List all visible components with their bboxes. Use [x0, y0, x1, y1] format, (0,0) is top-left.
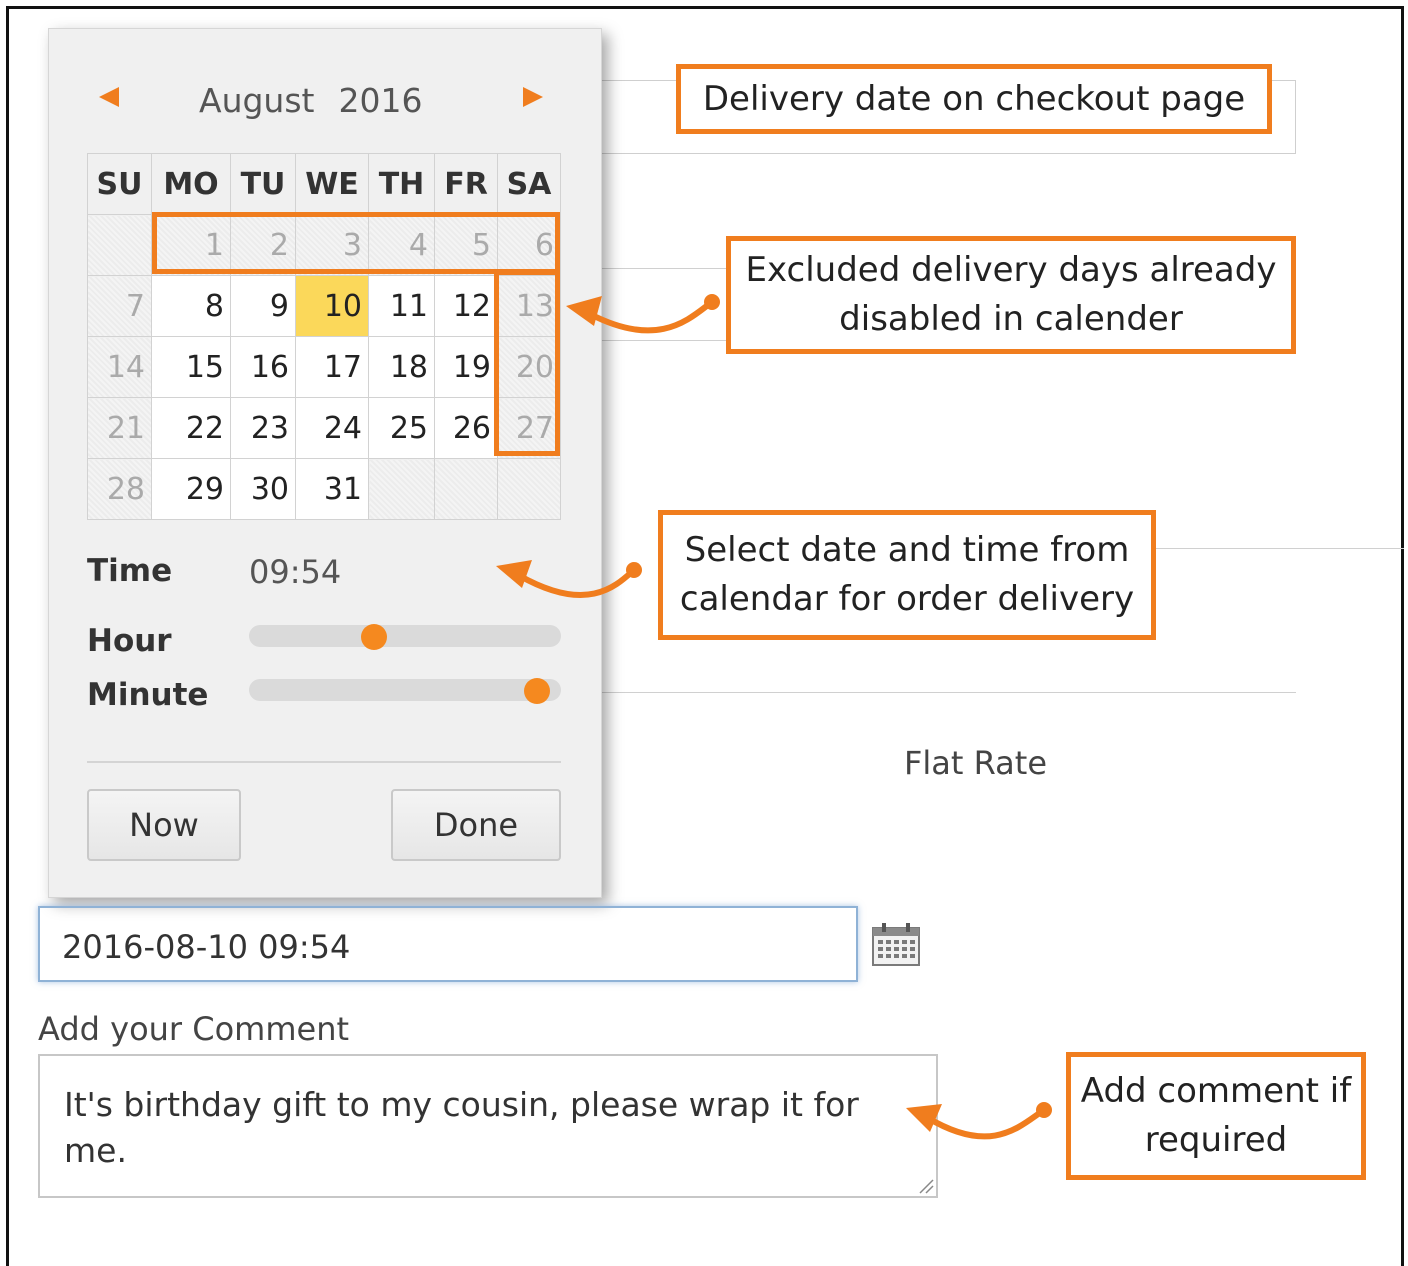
arrow-tail-dot: [704, 294, 720, 310]
arrow-excluded-days: [587, 299, 715, 334]
arrow-tail-dot: [1036, 1102, 1052, 1118]
arrow-tail-dot: [626, 562, 642, 578]
arrowhead: [566, 296, 602, 326]
arrow-select-date: [517, 567, 637, 598]
arrowhead: [906, 1104, 942, 1132]
arrowhead: [496, 560, 532, 588]
arrow-comment: [925, 1107, 1047, 1140]
annotation-arrows: [496, 294, 1052, 1140]
